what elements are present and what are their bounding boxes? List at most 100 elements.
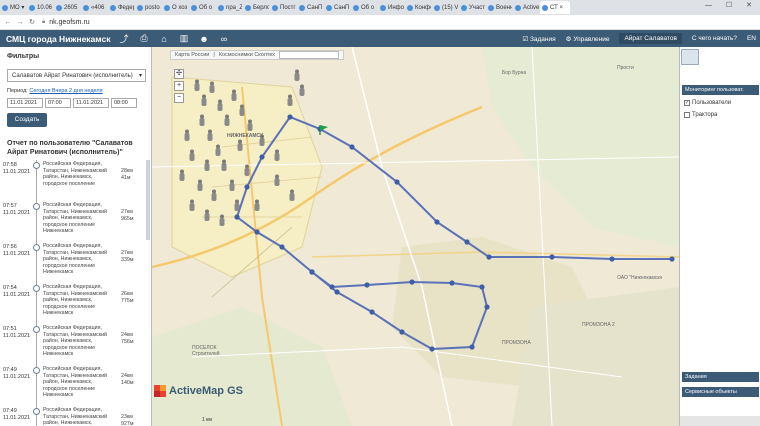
date-to-input[interactable]: 11.01.2021 [73,98,109,108]
browser-tab[interactable]: О хоз [162,1,188,14]
monitoring-header[interactable]: Мониторинг пользоват. [682,85,759,95]
report-entry[interactable]: 07:49 11.01.2021 Российская Федерация, Тат… [0,406,151,426]
track-point[interactable] [429,346,435,352]
browser-tab[interactable]: Участ [459,1,485,14]
track-point[interactable] [259,154,265,160]
browser-tab[interactable]: МО ▾ [0,1,26,14]
track-point[interactable] [334,289,340,295]
user-marker-icon[interactable] [219,214,225,227]
start-link[interactable]: С чего начать? [692,35,737,42]
user-marker-icon[interactable] [197,179,203,192]
report-entry[interactable]: 07:56 11.01.2021 Российская Федерация, Тат… [0,242,151,283]
user-marker-icon[interactable] [229,179,235,192]
map-view[interactable]: Карта России | Космоснимки Сколтех ✣ + −… [152,47,679,426]
report-entry[interactable]: 07:58 11.01.2021 Российская Федерация, Тат… [0,160,151,201]
management-menu[interactable]: ⚙ Управление [566,35,610,43]
tractors-checkbox[interactable] [684,112,690,118]
user-marker-icon[interactable] [247,119,253,132]
track-point[interactable] [309,269,315,275]
browser-tab[interactable]: Конфо [405,1,431,14]
service-objects-header[interactable]: Сервисные объекты [682,387,759,397]
report-entry[interactable]: 07:54 11.01.2021 Российская Федерация, Тат… [0,283,151,324]
user-marker-icon[interactable] [201,94,207,107]
create-button[interactable]: Создать [7,113,47,127]
back-icon[interactable]: ← [4,19,12,26]
layer-space-images[interactable]: Космоснимки Сколтех [219,52,275,58]
track-point[interactable] [464,239,470,245]
window-controls[interactable]: — ☐ ✕ [705,1,758,9]
track-point[interactable] [486,254,492,260]
track-point[interactable] [434,219,440,225]
track-point[interactable] [549,254,555,260]
report-timeline[interactable]: 07:58 11.01.2021 Российская Федерация, Тат… [0,160,151,426]
user-marker-icon[interactable] [211,189,217,202]
track-point[interactable] [287,114,293,120]
browser-tab[interactable]: Федер [108,1,134,14]
track-point[interactable] [279,244,285,250]
reload-icon[interactable]: ↻ [28,18,36,26]
track-point[interactable] [394,179,400,185]
track-point[interactable] [409,279,415,285]
browser-tab[interactable]: Инфо [378,1,404,14]
track-point[interactable] [329,284,335,290]
track-point[interactable] [669,256,675,262]
browser-tab[interactable]: Об о [189,1,215,14]
user-marker-icon[interactable] [274,174,280,187]
browser-tab[interactable]: Об о [351,1,377,14]
user-marker-icon[interactable] [289,189,295,202]
users-checkbox[interactable]: ✓ [684,100,690,106]
map-search-input[interactable] [279,51,340,59]
user-marker-icon[interactable] [254,199,260,212]
user-marker-icon[interactable] [287,94,293,107]
track-point[interactable] [244,184,250,190]
time-from-input[interactable]: 07:00 [45,98,71,108]
browser-tab[interactable]: 10.06 [27,1,53,14]
track-point[interactable] [609,256,615,262]
url-field[interactable]: nk.geofsm.ru [49,19,89,26]
user-marker-icon[interactable] [204,209,210,222]
user-marker-icon[interactable] [294,69,300,82]
browser-tab[interactable]: posto [135,1,161,14]
user-marker-icon[interactable] [231,89,237,102]
user-marker-icon[interactable] [207,129,213,142]
user-marker-icon[interactable] [299,84,305,97]
tasks-header[interactable]: Задания [682,372,759,382]
browser-tab[interactable]: «406 ⌄ [81,1,107,14]
user-marker-icon[interactable] [239,104,245,117]
browser-tab[interactable]: СанП [324,1,350,14]
user-marker-icon[interactable] [189,199,195,212]
users-checkbox-row[interactable]: ✓ Пользователи [684,100,731,106]
user-marker-icon[interactable] [274,149,280,162]
zoom-out-button[interactable]: − [174,93,184,103]
forward-icon[interactable]: → [16,19,24,26]
user-marker-icon[interactable] [237,139,243,152]
pan-icon[interactable]: ✣ [174,69,184,79]
track-point[interactable] [484,304,490,310]
track-point[interactable] [349,144,355,150]
browser-tab[interactable]: Active [513,1,539,14]
user-marker-icon[interactable] [244,164,250,177]
user-marker-icon[interactable] [189,149,195,162]
browser-tab[interactable]: Военн [486,1,512,14]
tasks-menu[interactable]: ☑ Задания [522,35,555,43]
tractors-checkbox-row[interactable]: Трактора [684,112,717,118]
link-icon[interactable]: ∞ [217,32,231,45]
track-point[interactable] [449,280,455,286]
track-point[interactable] [254,229,260,235]
track-point[interactable] [399,329,405,335]
user-marker-icon[interactable] [221,159,227,172]
report-entry[interactable]: 07:51 11.01.2021 Российская Федерация, Тат… [0,324,151,365]
user-marker-icon[interactable] [194,79,200,92]
map-layer-switcher[interactable]: Карта России | Космоснимки Сколтех [170,50,345,60]
user-marker-icon[interactable] [204,159,210,172]
user-menu[interactable]: Айрат Салаватов [619,33,682,44]
lang-switch[interactable]: EN [747,35,756,42]
date-from-input[interactable]: 11.01.2021 [7,98,43,108]
report-entry[interactable]: 07:57 11.01.2021 Российская Федерация, Тат… [0,201,151,242]
layer-russia-map[interactable]: Карта России [175,52,209,58]
browser-tab[interactable]: npa_Z [216,1,242,14]
layers-icon[interactable] [681,49,699,65]
browser-tab[interactable]: 2605 [54,1,80,14]
browser-tab[interactable]: (15) V [432,1,458,14]
track-point[interactable] [234,214,240,220]
